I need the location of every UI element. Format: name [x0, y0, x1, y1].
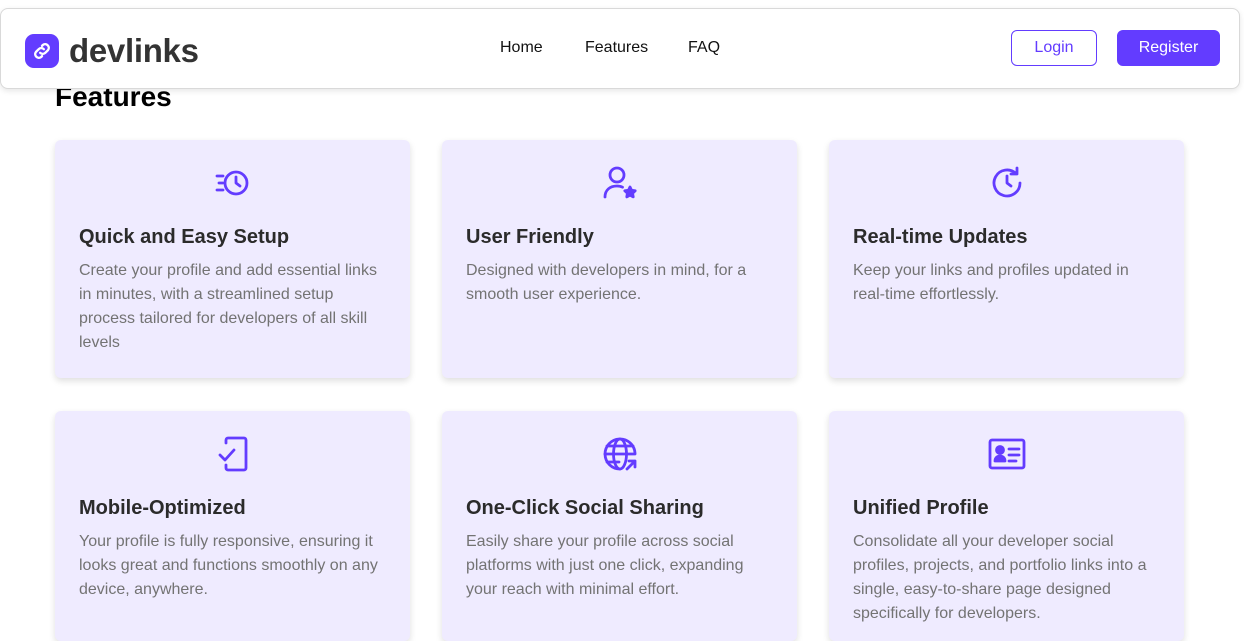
nav-link-home[interactable]: Home — [500, 39, 585, 57]
main-nav: Home Features FAQ — [500, 39, 720, 57]
card-title: User Friendly — [466, 226, 594, 248]
card-description: Keep your links and profiles updated in … — [853, 262, 1129, 303]
mobile-check-icon — [214, 435, 252, 473]
feature-card-mobile: Mobile-Optimized Your profile is fully r… — [55, 411, 410, 641]
card-title: One-Click Social Sharing — [466, 497, 704, 519]
card-description: Consolidate all your developer social pr… — [853, 533, 1147, 622]
card-description: Designed with developers in mind, for a … — [466, 262, 747, 303]
card-description: Your profile is fully responsive, ensuri… — [79, 533, 378, 598]
card-title: Mobile-Optimized — [79, 497, 246, 519]
register-button[interactable]: Register — [1117, 30, 1220, 66]
feature-card-realtime: Real-time Updates Keep your links and pr… — [829, 140, 1184, 378]
globe-share-icon — [601, 435, 639, 473]
id-card-icon — [988, 435, 1026, 473]
card-title: Unified Profile — [853, 497, 989, 519]
feature-card-social-sharing: One-Click Social Sharing Easily share yo… — [442, 411, 797, 641]
card-description: Create your profile and add essential li… — [79, 262, 377, 351]
nav-link-features[interactable]: Features — [585, 39, 688, 57]
login-button[interactable]: Login — [1011, 30, 1097, 66]
card-description: Easily share your profile across social … — [466, 533, 744, 598]
link-icon — [25, 34, 59, 68]
brand-name: devlinks — [69, 32, 199, 69]
feature-card-quick-setup: Quick and Easy Setup Create your profile… — [55, 140, 410, 378]
navbar: devlinks Home Features FAQ Login Registe… — [0, 8, 1240, 89]
card-title: Quick and Easy Setup — [79, 226, 290, 248]
user-star-icon — [601, 164, 639, 202]
refresh-clock-icon — [988, 164, 1026, 202]
card-title: Real-time Updates — [853, 226, 1028, 248]
feature-card-user-friendly: User Friendly Designed with developers i… — [442, 140, 797, 378]
feature-card-unified-profile: Unified Profile Consolidate all your dev… — [829, 411, 1184, 641]
brand-logo[interactable]: devlinks — [25, 32, 199, 70]
nav-link-faq[interactable]: FAQ — [688, 39, 720, 57]
clock-fast-icon — [214, 164, 252, 202]
